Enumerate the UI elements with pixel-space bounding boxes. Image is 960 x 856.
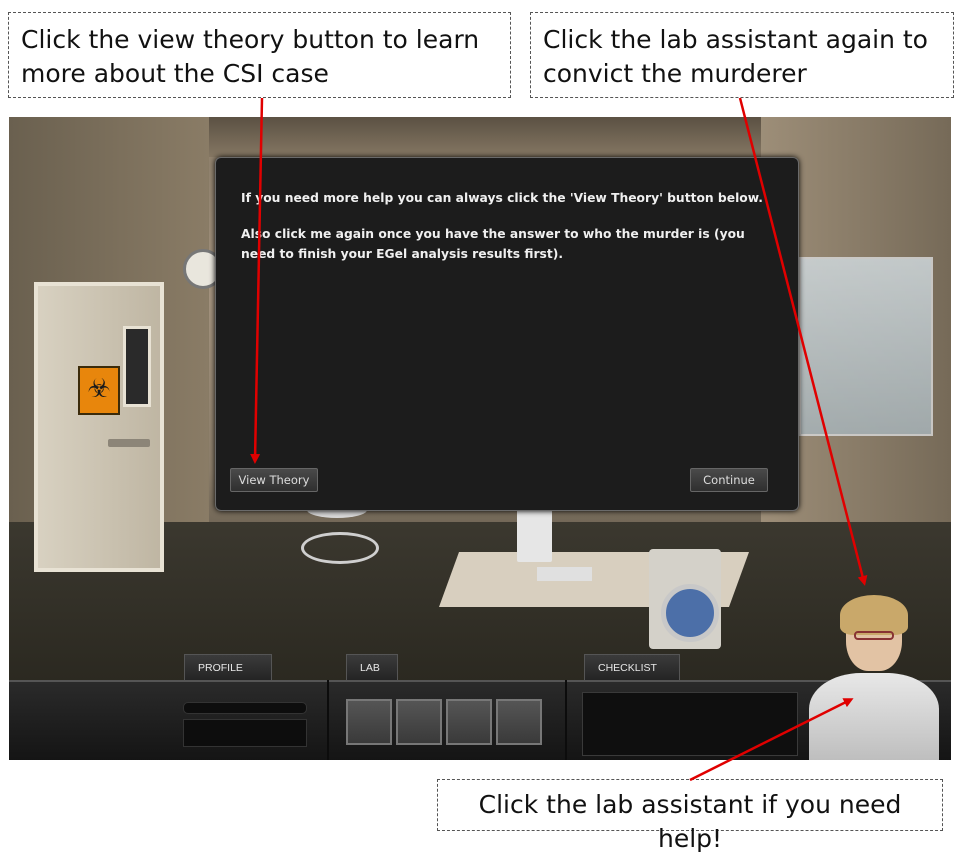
annotation-arrows	[250, 97, 868, 782]
arrow-to-assistant-top	[738, 97, 868, 586]
arrow-to-view-theory	[250, 97, 264, 464]
arrow-to-assistant-bottom	[689, 698, 854, 782]
